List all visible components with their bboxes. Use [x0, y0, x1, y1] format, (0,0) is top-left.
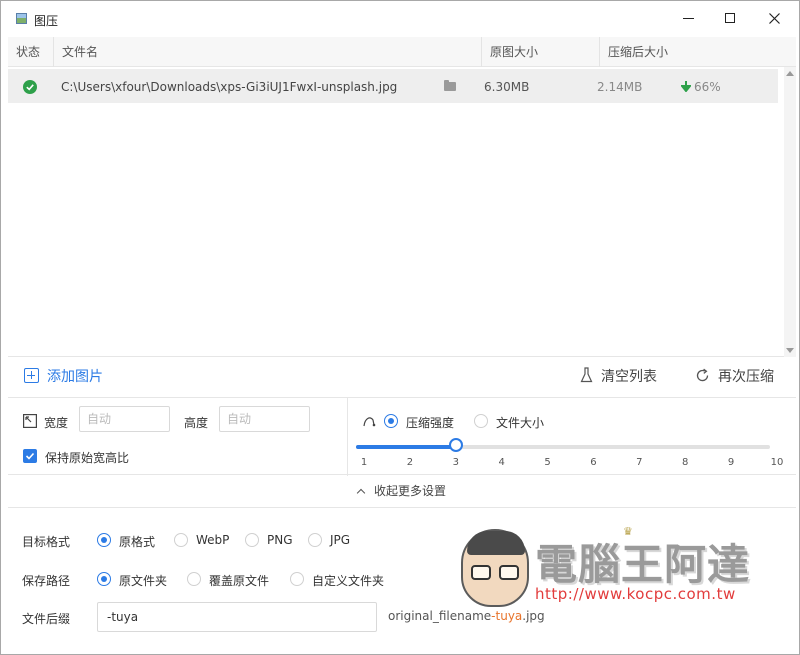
vertical-scrollbar[interactable] [784, 67, 796, 357]
slider-tick: 6 [590, 457, 597, 468]
compressed-size: 2.14MB [597, 80, 643, 94]
scroll-down-icon[interactable] [786, 348, 794, 353]
maximize-button[interactable] [707, 1, 753, 35]
close-button[interactable] [751, 1, 797, 35]
window-title: 图压 [34, 14, 59, 28]
height-label: 高度 [184, 416, 209, 430]
save-path-label: 保存路径 [22, 574, 71, 588]
slider-tick: 3 [452, 457, 459, 468]
file-table-header: 状态 文件名 原图大小 压缩后大小 [8, 37, 796, 67]
save-option-custom-folder: 自定义文件夹 [312, 574, 385, 588]
success-check-icon [23, 80, 37, 94]
column-header-status[interactable]: 状态 [8, 37, 54, 67]
collapse-settings-toggle[interactable]: 收起更多设置 [8, 476, 796, 508]
slider-tick: 8 [682, 457, 689, 468]
clear-list-button[interactable]: 清空列表 [580, 367, 657, 387]
watermark-mascot-icon [461, 529, 529, 607]
app-logo-icon [16, 13, 27, 24]
format-option-webp: WebP [196, 533, 230, 547]
compression-slider-fill [356, 445, 456, 449]
original-size: 6.30MB [484, 80, 530, 94]
plus-square-icon [24, 368, 39, 383]
add-image-label: 添加图片 [47, 369, 103, 385]
panel-divider [347, 398, 348, 476]
watermark-title: 電腦王阿達 [535, 540, 751, 589]
format-radio-original[interactable] [97, 533, 111, 547]
column-header-compressed-size[interactable]: 压缩后大小 [600, 37, 796, 67]
close-icon [768, 12, 780, 24]
file-path: C:\Users\xfour\Downloads\xps-Gi3iUJ1FwxI… [61, 80, 398, 94]
column-header-original-size[interactable]: 原图大小 [482, 37, 600, 67]
save-radio-custom-folder[interactable] [290, 572, 304, 586]
refresh-icon [696, 368, 709, 382]
recompress-button[interactable]: 再次压缩 [695, 367, 774, 387]
compression-slider-thumb[interactable] [448, 438, 463, 452]
format-option-jpg: JPG [330, 533, 351, 547]
compress-strength-radio[interactable] [384, 414, 398, 428]
slider-tick: 4 [498, 457, 505, 468]
file-size-label: 文件大小 [496, 416, 545, 430]
save-option-original-folder: 原文件夹 [119, 574, 168, 588]
file-table-body: C:\Users\xfour\Downloads\xps-Gi3iUJ1FwxI… [8, 67, 796, 357]
action-bar: 添加图片 清空列表 再次压缩 [8, 359, 796, 395]
resize-icon [23, 414, 37, 428]
slider-tick: 1 [360, 457, 368, 468]
format-option-png: PNG [267, 533, 293, 547]
file-size-radio[interactable] [474, 414, 488, 428]
width-label: 宽度 [44, 416, 69, 430]
title-bar: 图压 [1, 1, 799, 35]
target-format-label: 目标格式 [22, 535, 71, 549]
chevron-up-icon [356, 488, 366, 498]
width-input[interactable]: 自动 [79, 406, 170, 432]
slider-tick: 7 [636, 457, 643, 468]
app-window: 图压 状态 文件名 原图大小 压缩后大小 C:\Users\xfour\Down… [0, 0, 800, 655]
height-input[interactable]: 自动 [219, 406, 310, 432]
compress-curve-icon [363, 417, 376, 427]
arrow-down-icon [681, 81, 691, 92]
saved-percent: 66% [694, 80, 721, 94]
suffix-input[interactable]: -tuya [97, 602, 377, 632]
format-radio-png[interactable] [245, 533, 259, 547]
minimize-icon [682, 17, 694, 19]
scroll-up-icon[interactable] [786, 71, 794, 76]
watermark-url: http://www.kocpc.com.tw [535, 585, 736, 603]
maximize-icon [725, 13, 735, 23]
recompress-label: 再次压缩 [718, 369, 774, 385]
watermark: ♛ 電腦王阿達 http://www.kocpc.com.tw [461, 525, 761, 615]
slider-tick: 5 [544, 457, 551, 468]
column-header-filename[interactable]: 文件名 [54, 37, 482, 67]
minimize-button[interactable] [665, 1, 711, 35]
clear-list-label: 清空列表 [601, 369, 657, 385]
save-radio-overwrite[interactable] [187, 572, 201, 586]
save-option-overwrite: 覆盖原文件 [209, 574, 270, 588]
broom-icon [580, 367, 593, 383]
keep-ratio-checkbox[interactable] [23, 449, 37, 463]
slider-tick: 2 [406, 457, 414, 468]
save-radio-original-folder[interactable] [97, 572, 111, 586]
collapse-settings-label: 收起更多设置 [373, 484, 446, 498]
slider-tick: 10 [770, 457, 784, 468]
suffix-label: 文件后缀 [22, 612, 71, 626]
keep-ratio-label: 保持原始宽高比 [45, 451, 130, 465]
compression-slider-track[interactable] [356, 445, 770, 449]
format-radio-webp[interactable] [174, 533, 188, 547]
format-option-original: 原格式 [119, 535, 156, 549]
table-row[interactable]: C:\Users\xfour\Downloads\xps-Gi3iUJ1FwxI… [8, 69, 778, 103]
add-image-button[interactable]: 添加图片 [24, 367, 103, 387]
slider-tick: 9 [727, 457, 735, 468]
compress-strength-label: 压缩强度 [406, 416, 455, 430]
format-radio-jpg[interactable] [308, 533, 322, 547]
open-folder-icon[interactable] [444, 80, 456, 91]
